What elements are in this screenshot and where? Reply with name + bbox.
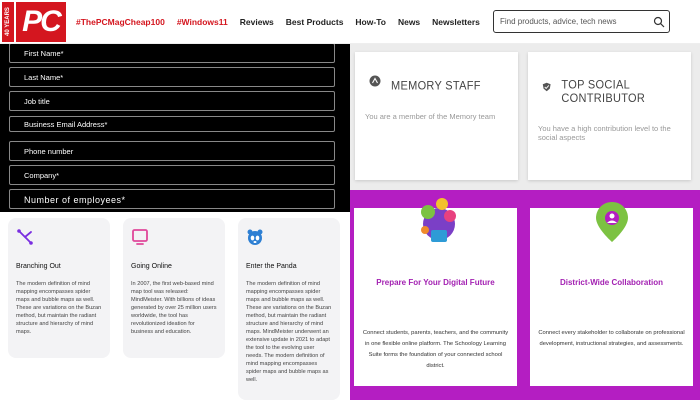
mindmap-card-title: Going Online bbox=[131, 263, 172, 270]
badge-title: TOP SOCIAL CONTRIBUTOR bbox=[561, 78, 646, 106]
lead-form: First Name* Last Name* Job title Busines… bbox=[0, 44, 350, 212]
mindmap-card-title: Enter the Panda bbox=[246, 263, 297, 270]
company-field[interactable]: Company* bbox=[9, 165, 335, 185]
pcmag-logo[interactable]: 40 YEARS PC bbox=[2, 2, 68, 42]
phone-number-field[interactable]: Phone number bbox=[9, 141, 335, 161]
branch-icon bbox=[17, 229, 33, 245]
badge-description: You are a member of the Memory team bbox=[365, 112, 496, 121]
nav-item-news[interactable]: News bbox=[398, 17, 420, 27]
last-name-field[interactable]: Last Name* bbox=[9, 67, 335, 87]
collaboration-pin-illustration bbox=[595, 195, 631, 242]
search-icon[interactable] bbox=[653, 16, 665, 28]
memory-badge-icon bbox=[369, 75, 381, 87]
mindmap-card-body: The modern definition of mind mapping en… bbox=[16, 281, 102, 335]
search-input[interactable] bbox=[494, 17, 644, 26]
badge-title: MEMORY STAFF bbox=[391, 79, 481, 93]
badge-header: TOP SOCIAL CONTRIBUTOR bbox=[536, 70, 683, 106]
nav-item-best-products[interactable]: Best Products bbox=[286, 17, 344, 27]
schoology-section: Prepare For Your Digital Future Connect … bbox=[350, 190, 700, 400]
nav-item-how-to[interactable]: How-To bbox=[355, 17, 386, 27]
mindmap-card: Branching Out The modern definition of m… bbox=[8, 218, 110, 358]
digital-future-illustration bbox=[420, 198, 456, 242]
feature-card: Prepare For Your Digital Future Connect … bbox=[354, 198, 517, 386]
logo-years-label: 40 YEARS bbox=[2, 2, 14, 42]
feature-card-title: Prepare For Your Digital Future bbox=[376, 278, 495, 287]
feature-card-body: Connect students, parents, teachers, and… bbox=[362, 330, 509, 369]
badges-section: MEMORY STAFF You are a member of the Mem… bbox=[350, 44, 700, 190]
mindmap-card: Enter the Panda The modern definition of… bbox=[238, 218, 340, 400]
main-nav: #ThePCMagCheap100 #Windows11 Reviews Bes… bbox=[76, 0, 492, 44]
employees-field[interactable]: Number of employees* bbox=[9, 189, 335, 209]
site-header: 40 YEARS PC #ThePCMagCheap100 #Windows11… bbox=[0, 0, 700, 44]
first-name-field[interactable]: First Name* bbox=[9, 44, 335, 63]
job-title-field[interactable]: Job title bbox=[9, 91, 335, 111]
mindmap-card-body: The modern definition of mind mapping en… bbox=[246, 281, 332, 383]
nav-item-newsletters[interactable]: Newsletters bbox=[432, 17, 480, 27]
nav-item-windows11[interactable]: #Windows11 bbox=[177, 17, 228, 27]
collage-root: 40 YEARS PC #ThePCMagCheap100 #Windows11… bbox=[0, 0, 700, 400]
panda-icon bbox=[247, 229, 263, 245]
mindmap-card-title: Branching Out bbox=[16, 263, 61, 270]
mindmap-card: Going Online In 2007, the first web-base… bbox=[123, 218, 225, 358]
nav-item-cheap100[interactable]: #ThePCMagCheap100 bbox=[76, 17, 165, 27]
business-email-field[interactable]: Business Email Address* bbox=[9, 116, 335, 132]
nav-item-reviews[interactable]: Reviews bbox=[240, 17, 274, 27]
badge-description: You have a high contribution level to th… bbox=[538, 124, 671, 142]
search-box bbox=[493, 10, 670, 33]
monitor-icon bbox=[132, 229, 148, 245]
check-shield-icon bbox=[542, 82, 551, 92]
badge-header: MEMORY STAFF bbox=[363, 70, 510, 93]
badge-card: TOP SOCIAL CONTRIBUTOR You have a high c… bbox=[528, 52, 691, 180]
feature-card: District-Wide Collaboration Connect ever… bbox=[530, 195, 693, 386]
feature-card-body: Connect every stakeholder to collaborate… bbox=[538, 330, 685, 347]
logo-pc-label: PC bbox=[16, 2, 66, 42]
feature-card-title: District-Wide Collaboration bbox=[559, 278, 664, 287]
mindmap-cards-section: Branching Out The modern definition of m… bbox=[0, 212, 350, 400]
badge-card: MEMORY STAFF You are a member of the Mem… bbox=[355, 52, 518, 180]
mindmap-card-body: In 2007, the first web-based mind map to… bbox=[131, 281, 217, 335]
